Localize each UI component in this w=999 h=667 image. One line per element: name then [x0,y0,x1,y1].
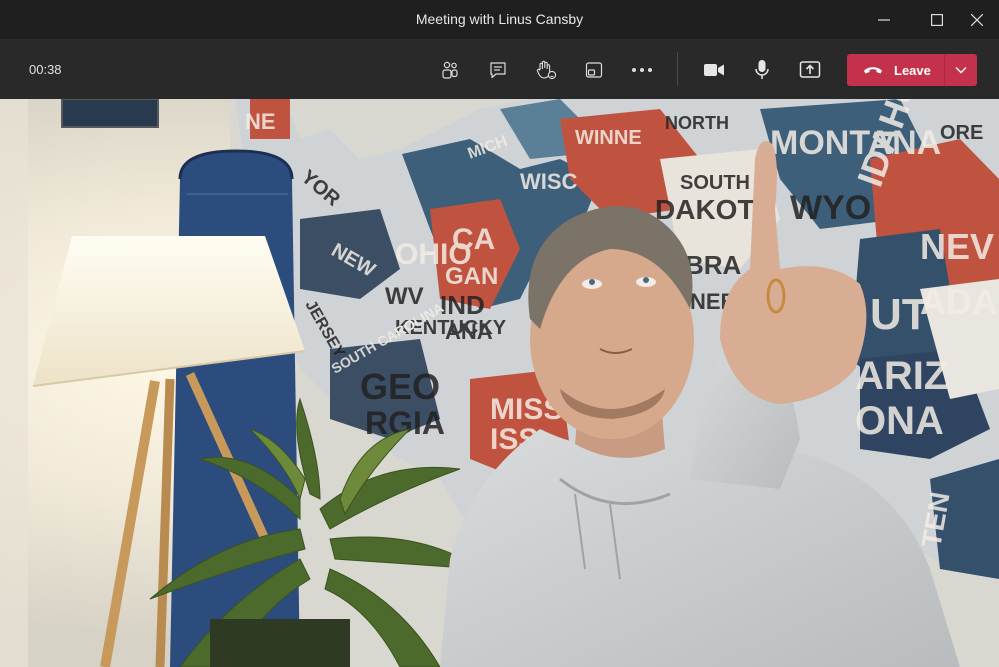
reactions-button[interactable] [526,50,566,90]
leave-options-button[interactable] [945,54,977,86]
leave-call-control: Leave [847,54,977,86]
people-icon [442,61,458,79]
show-conversation-button[interactable] [478,50,518,90]
mural-word: WV [385,283,424,310]
mural-word: NE [245,109,276,134]
share-screen-icon [799,61,821,78]
mural-word: WISC [520,169,578,194]
leave-button[interactable]: Leave [847,54,944,86]
mural-word: ADA [920,281,998,322]
camera-icon [704,64,724,76]
mural-word: BRA [685,250,742,280]
mural-word: WINNE [575,127,642,149]
show-participants-button[interactable] [430,50,470,90]
meeting-timer: 00:38 [29,62,62,77]
mural-word: UT [870,290,929,339]
phone-hangup-icon [864,67,882,74]
share-content-button[interactable] [790,50,830,90]
mural-word: WYO [790,189,871,227]
minimize-button[interactable] [861,0,907,39]
more-actions-button[interactable] [622,50,662,90]
close-icon [971,13,983,26]
mural-word: SOUTH [680,172,750,194]
breakout-rooms-icon [585,62,603,78]
mural-word: ORE [940,122,983,144]
toolbar-divider [677,52,678,86]
close-button[interactable] [954,0,999,39]
mural-word: IND [440,290,485,320]
mural-word: ONA [855,399,944,443]
camera-toggle-button[interactable] [694,50,734,90]
microphone-toggle-button[interactable] [742,50,782,90]
mural-word: RGIA [365,405,445,441]
meeting-toolbar: 00:38 Leave [0,40,999,99]
leave-button-label: Leave [894,62,931,78]
chat-icon [490,62,506,79]
minimize-icon [878,18,890,21]
mural-word: OHIO [395,238,472,271]
participant-video: NE YOR WISC MICH CA GAN OHIO IND ANA WV … [0,99,999,667]
mural-word: GEO [360,366,440,407]
mural-word: ARIZ [855,354,948,398]
window-title: Meeting with Linus Cansby [415,11,584,27]
mural-word: NORTH [665,113,729,133]
microphone-icon [755,60,769,79]
mural-word: NEV [920,226,994,267]
video-feed: NE YOR WISC MICH CA GAN OHIO IND ANA WV … [0,99,999,667]
raise-hand-icon [536,60,557,80]
maximize-icon [931,13,943,26]
title-bar: Meeting with Linus Cansby [0,0,999,40]
mural-word: MONTANA [770,124,941,162]
breakout-rooms-button[interactable] [574,50,614,90]
more-actions-icon [632,68,652,72]
chevron-down-icon [955,67,967,74]
